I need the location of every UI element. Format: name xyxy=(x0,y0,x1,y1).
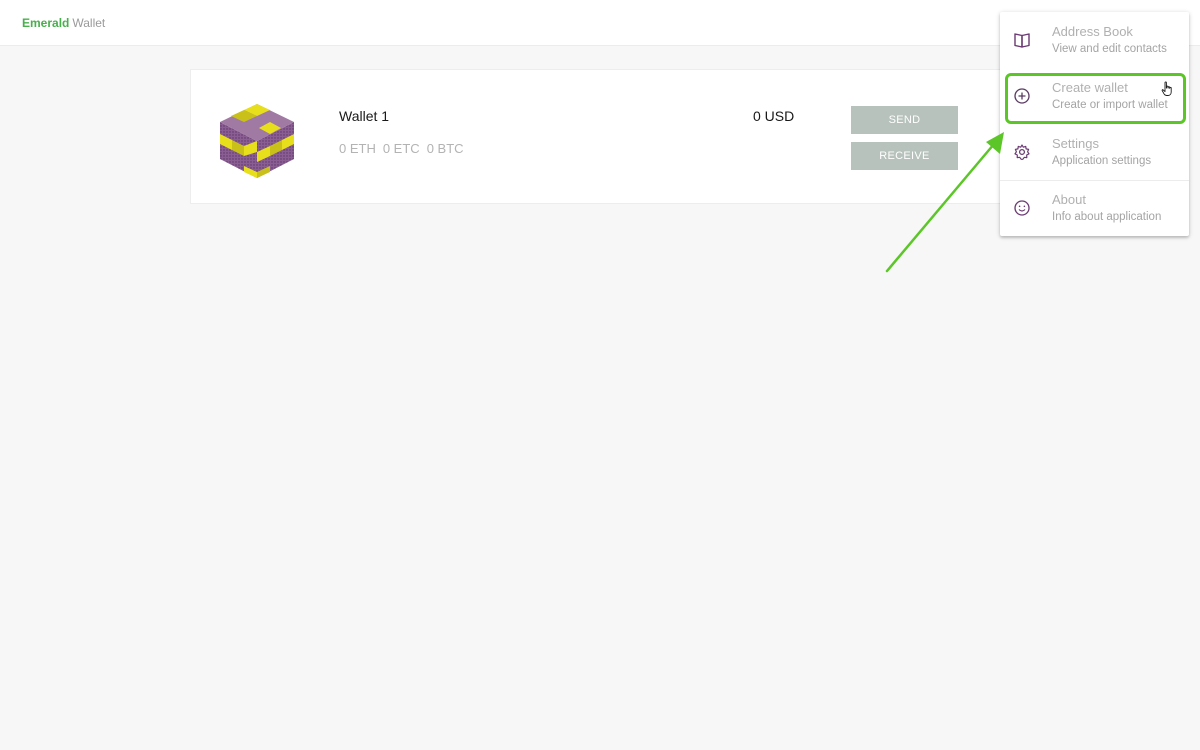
menu-item-subtitle: View and edit contacts xyxy=(1052,43,1167,55)
smiley-icon xyxy=(1014,200,1030,216)
balance-etc: 0 ETC xyxy=(382,141,420,156)
identicon-cube-icon xyxy=(220,104,294,178)
menu-item-subtitle: Info about application xyxy=(1052,211,1162,223)
wallet-balances: 0 ETH 0 ETC 0 BTC xyxy=(339,141,471,156)
menu-item-title: Create wallet xyxy=(1052,80,1128,95)
menu-item-settings[interactable]: Settings Application settings xyxy=(1000,124,1189,180)
app-brand[interactable]: Emerald Wallet xyxy=(22,16,105,30)
menu-item-subtitle: Application settings xyxy=(1052,155,1152,167)
wallet-card[interactable]: Wallet 1 0 ETH 0 ETC 0 BTC 0 USD SEND RECE… xyxy=(190,69,1020,204)
gear-icon xyxy=(1014,144,1030,160)
hand-pointer-icon xyxy=(1161,81,1172,96)
menu-item-about[interactable]: About Info about application xyxy=(1000,180,1189,236)
plus-circle-icon xyxy=(1014,88,1030,104)
receive-button[interactable]: RECEIVE xyxy=(851,142,958,170)
app-menu-dropdown: Address Book View and edit contacts Crea… xyxy=(1000,12,1189,236)
book-icon xyxy=(1014,33,1030,48)
menu-item-title: About xyxy=(1052,192,1086,207)
menu-item-title: Address Book xyxy=(1052,24,1133,39)
menu-item-subtitle: Create or import wallet xyxy=(1052,99,1168,111)
send-button[interactable]: SEND xyxy=(851,106,958,134)
brand-secondary: Wallet xyxy=(72,16,106,30)
menu-item-title: Settings xyxy=(1052,136,1099,151)
usd-balance: 0 USD xyxy=(753,108,795,124)
menu-item-address-book[interactable]: Address Book View and edit contacts xyxy=(1000,12,1189,68)
balance-btc: 0 BTC xyxy=(426,141,464,156)
wallet-name[interactable]: Wallet 1 xyxy=(339,108,389,124)
balance-eth: 0 ETH xyxy=(339,141,376,156)
brand-primary: Emerald xyxy=(22,16,70,30)
